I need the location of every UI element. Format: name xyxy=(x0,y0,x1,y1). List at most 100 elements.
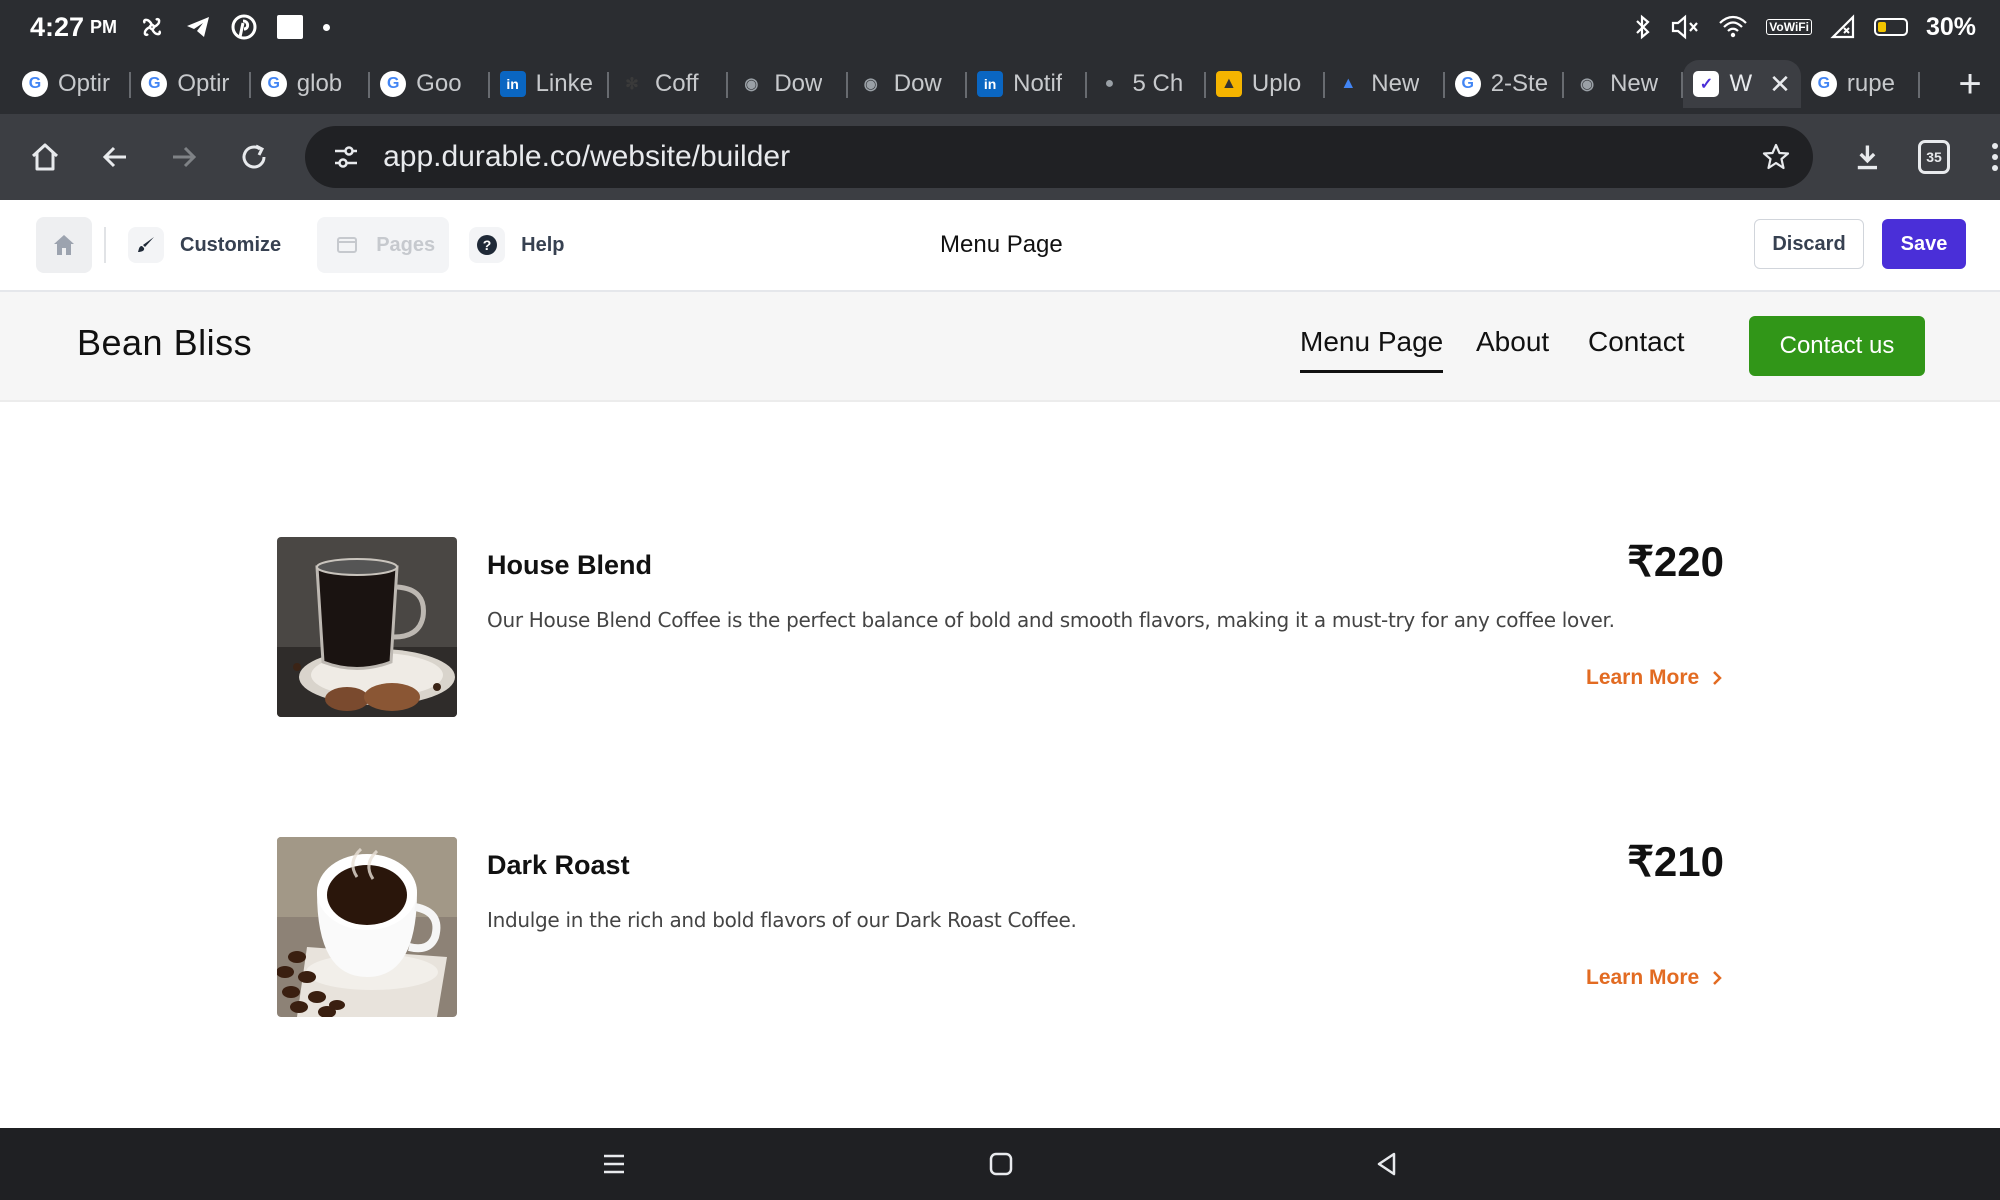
more-options-button[interactable] xyxy=(1990,143,2000,171)
linkedin-icon: in xyxy=(499,71,526,97)
system-icons: VoWiFi 30% xyxy=(1634,13,1976,42)
android-nav-bar xyxy=(0,1128,2000,1200)
notification-icons xyxy=(139,14,331,40)
signal-icon xyxy=(1830,14,1855,39)
site-settings-icon[interactable] xyxy=(331,142,361,172)
reload-button[interactable] xyxy=(227,129,281,185)
help-button[interactable]: ? Help xyxy=(469,217,580,273)
forward-button[interactable] xyxy=(158,129,212,185)
browser-tab-label: Optir xyxy=(177,70,230,97)
home-icon xyxy=(54,235,74,255)
google-icon: G xyxy=(1810,71,1837,97)
dark-roast-description: Indulge in the rich and bold flavors of … xyxy=(487,908,1077,932)
browser-tab[interactable]: ▲ Uplo xyxy=(1206,60,1326,108)
status-bar: 4:27 PM VoWiFi 30% xyxy=(0,0,2000,54)
telegram-icon xyxy=(187,17,210,37)
pages-button[interactable]: Pages xyxy=(317,217,450,273)
app-icon xyxy=(277,15,304,39)
browser-tab-strip: G Optir G Optir Gglob G Goo in Linke ✻ Coff ◉ Dow ◉ Do… xyxy=(0,54,2000,114)
back-triangle-icon[interactable] xyxy=(1374,1151,1400,1177)
recents-menu-icon[interactable] xyxy=(600,1152,628,1176)
nav-link-menu-page[interactable]: Menu Page xyxy=(1300,326,1444,373)
home-square-icon[interactable] xyxy=(988,1151,1014,1177)
browser-tab[interactable]: ● 5 Ch xyxy=(1087,60,1206,108)
website-preview: Bean Bliss Menu Page About Contact Conta… xyxy=(0,292,2000,1128)
browser-tab-label: rupe xyxy=(1846,70,1895,97)
dark-roast-learn-more[interactable]: Learn More xyxy=(1586,966,1723,990)
browser-tab-label: Notif xyxy=(1013,70,1063,97)
chrome-icon: ◉ xyxy=(744,76,759,93)
browser-tab[interactable]: Gglob xyxy=(251,60,371,108)
browser-tab[interactable]: G Optir xyxy=(12,60,132,108)
browser-tab[interactable]: G Goo xyxy=(370,60,490,108)
chevron-right-icon xyxy=(1713,671,1722,685)
back-button[interactable] xyxy=(88,129,142,185)
discard-button[interactable]: Discard xyxy=(1754,219,1864,269)
browser-tab-label: 5 Ch xyxy=(1132,70,1184,97)
google-icon: G xyxy=(1454,71,1481,97)
tab-switcher-button[interactable]: 35 xyxy=(1917,140,1951,174)
leaf-icon: ✻ xyxy=(625,76,639,93)
close-tab-icon[interactable]: ✕ xyxy=(1769,69,1791,100)
house-blend-title: House Blend xyxy=(487,550,653,580)
browser-tab[interactable]: G 2-Ste xyxy=(1445,60,1565,108)
url-text: app.durable.co/website/builder xyxy=(383,140,791,173)
browser-tab[interactable]: ◉ Dow xyxy=(848,60,968,108)
browser-tab[interactable]: ▲ New xyxy=(1325,60,1445,108)
browser-tab-label: Coff xyxy=(654,70,699,97)
google-icon: G xyxy=(141,71,168,97)
arrow-left-icon xyxy=(102,146,126,168)
download-icon[interactable] xyxy=(1853,142,1882,172)
wifi-icon xyxy=(1719,15,1748,38)
browser-tab-label: Linke xyxy=(535,70,593,97)
browser-tab[interactable]: in Linke xyxy=(490,60,609,108)
clock: 4:27 xyxy=(30,11,85,42)
dot-icon xyxy=(323,23,331,31)
dark-roast-image xyxy=(277,837,457,1017)
google-icon: G xyxy=(260,71,287,97)
customize-label: Customize xyxy=(180,233,282,256)
browser-toolbar: app.durable.co/website/builder 35 xyxy=(0,114,2000,200)
house-blend-price: ₹220 xyxy=(1627,538,1724,585)
pages-label: Pages xyxy=(376,233,436,256)
nav-link-contact[interactable]: Contact xyxy=(1588,326,1685,358)
learn-more-label: Learn More xyxy=(1586,966,1700,989)
site-brand[interactable]: Bean Bliss xyxy=(77,322,252,364)
browser-tab[interactable]: ◉ Dow xyxy=(728,60,848,108)
browser-tab-label: Optir xyxy=(58,70,111,97)
browser-tab[interactable]: in Notif xyxy=(967,60,1087,108)
browser-tab-label: New xyxy=(1371,70,1420,97)
svg-text:?: ? xyxy=(483,237,492,253)
browser-tab[interactable]: Grupe xyxy=(1801,60,1921,108)
current-page-title: Menu Page xyxy=(940,231,1063,258)
home-icon xyxy=(31,143,58,171)
save-button[interactable]: Save xyxy=(1882,219,1966,269)
contact-us-button[interactable]: Contact us xyxy=(1749,316,1925,376)
customize-button[interactable]: Customize xyxy=(128,217,297,273)
house-blend-image xyxy=(277,537,457,717)
battery-icon xyxy=(1873,18,1908,36)
linkedin-icon: in xyxy=(977,71,1004,97)
fan-icon xyxy=(143,18,162,36)
home-button[interactable] xyxy=(18,129,72,185)
google-ads-icon: ▲ xyxy=(1340,75,1357,92)
nav-link-about[interactable]: About xyxy=(1476,326,1549,358)
browser-tab-label: Uplo xyxy=(1251,70,1302,97)
builder-home-button[interactable] xyxy=(36,217,92,273)
brush-icon xyxy=(128,227,164,263)
learn-more-label: Learn More xyxy=(1586,666,1700,689)
address-bar[interactable]: app.durable.co/website/builder xyxy=(305,126,1813,188)
browser-tab[interactable]: G Optir xyxy=(131,60,251,108)
window-icon xyxy=(331,227,362,263)
browser-tab-label: W xyxy=(1729,70,1753,97)
bookmark-star-icon[interactable] xyxy=(1761,142,1791,172)
google-icon: G xyxy=(22,71,48,97)
durable-icon: ✓ xyxy=(1693,71,1720,97)
clock-ampm: PM xyxy=(90,16,118,37)
browser-tab-label: glob xyxy=(296,70,343,97)
browser-tab[interactable]: ✻ Coff xyxy=(609,60,729,108)
browser-tab[interactable]: ✓ W ✕ xyxy=(1683,60,1801,108)
browser-tab[interactable]: ◉ New xyxy=(1564,60,1684,108)
new-tab-button[interactable]: + xyxy=(1940,62,2000,107)
house-blend-learn-more[interactable]: Learn More xyxy=(1586,666,1723,690)
